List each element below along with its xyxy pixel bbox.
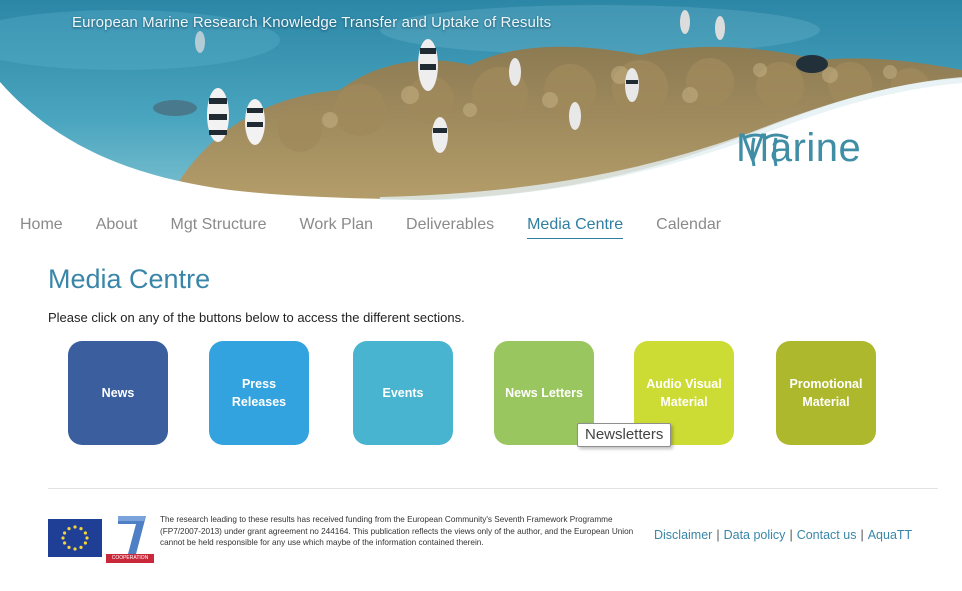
events-button-label: Events [382, 385, 424, 400]
header-banner: European Marine Research Knowledge Trans… [0, 0, 962, 200]
news-button-label: News [101, 385, 135, 400]
eu-flag-logo [48, 519, 102, 557]
intro-text: Please click on any of the buttons below… [48, 310, 465, 325]
eu-stars-icon [61, 525, 89, 551]
nav-media-centre[interactable]: Media Centre [527, 216, 624, 239]
audio-visual-material-button-label: Audio Visual Material [646, 376, 722, 409]
aquatt-link[interactable]: AquaTT [868, 528, 912, 542]
press-releases-button-label: Press Releases [231, 376, 287, 409]
data-policy-link[interactable]: Data policy [724, 528, 786, 542]
marinett-logo[interactable]: Marine [736, 128, 861, 168]
link-separator: | [860, 528, 864, 542]
disclaimer-link[interactable]: Disclaimer [654, 528, 712, 542]
events-button[interactable]: Events [353, 341, 453, 445]
news-button[interactable]: News [68, 341, 168, 445]
footer-divider [48, 488, 938, 489]
link-separator: | [789, 528, 793, 542]
footer-links: Disclaimer | Data policy | Contact us | AquaTT [654, 528, 912, 542]
tt-logo-icon [743, 133, 789, 167]
promotional-material-button-label: Promotional Material [789, 376, 863, 409]
nav-calendar[interactable]: Calendar [656, 216, 721, 239]
link-separator: | [716, 528, 720, 542]
newsletters-tooltip: Newsletters [577, 423, 672, 447]
media-buttons: News Press Releases Events News Letters … [68, 341, 888, 445]
fp7-caption: COOPERATION [106, 554, 154, 563]
contact-us-link[interactable]: Contact us [797, 528, 857, 542]
banner-title: European Marine Research Knowledge Trans… [72, 14, 552, 31]
page-title: Media Centre [48, 264, 211, 294]
nav-work-plan[interactable]: Work Plan [300, 216, 374, 239]
nav-deliverables[interactable]: Deliverables [406, 216, 494, 239]
funding-disclaimer: The research leading to these results ha… [160, 515, 634, 548]
nav-home[interactable]: Home [20, 216, 63, 239]
press-releases-button[interactable]: Press Releases [209, 341, 309, 445]
news-letters-button-label: News Letters [505, 385, 583, 400]
main-nav: Home About Mgt Structure Work Plan Deliv… [20, 216, 754, 239]
nav-about[interactable]: About [96, 216, 138, 239]
nav-mgt-structure[interactable]: Mgt Structure [171, 216, 267, 239]
promotional-material-button[interactable]: Promotional Material [776, 341, 876, 445]
